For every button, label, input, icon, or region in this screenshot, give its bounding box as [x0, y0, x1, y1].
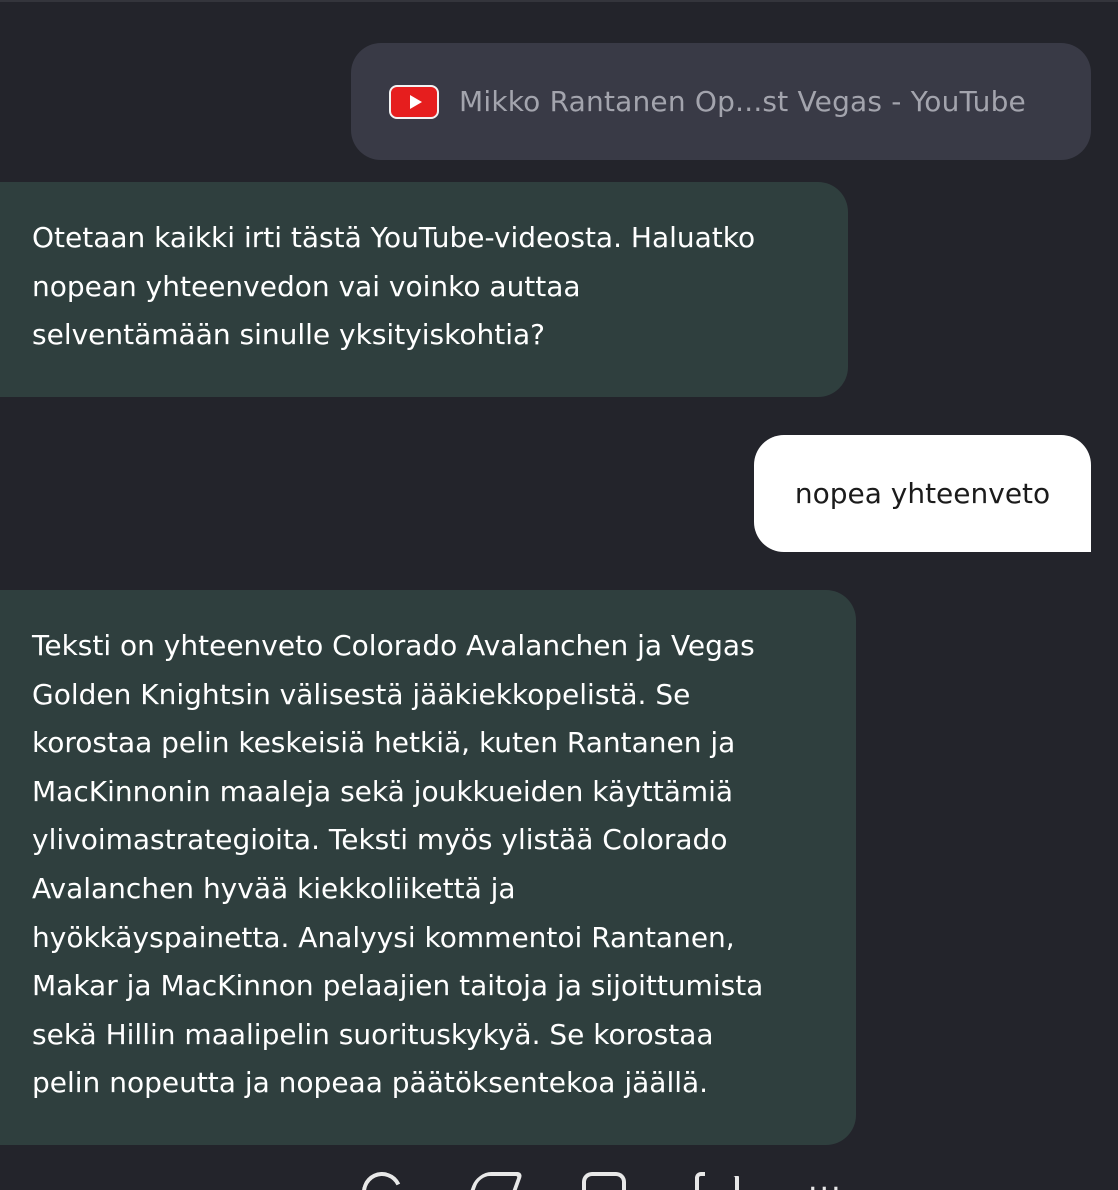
message-line: nopean yhteenvedon vai voinko auttaa	[32, 269, 581, 303]
assistant-message: Teksti on yhteenveto Colorado Avalanchen…	[0, 590, 856, 1145]
message-line: Teksti on yhteenveto Colorado Avalanchen…	[32, 629, 755, 662]
youtube-icon	[389, 84, 439, 119]
message-line: selventämään sinulle yksityiskohtia?	[32, 318, 545, 352]
thumbs-up-icon[interactable]	[462, 1172, 524, 1190]
message-line: Otetaan kaikki irti tästä YouTube-videos…	[32, 221, 756, 254]
message-line: hyökkäyspainetta. Analyysi kommentoi Ran…	[32, 920, 735, 954]
message-line: Makar ja MacKinnon pelaajien taitoja ja …	[32, 969, 764, 1003]
message-line: MacKinnonin maaleja sekä joukkueiden käy…	[32, 774, 734, 808]
link-title: Mikko Rantanen Op...st Vegas - YouTube	[459, 85, 1026, 118]
message-actions: ···	[0, 1160, 1118, 1190]
more-icon[interactable]: ···	[808, 1175, 852, 1190]
top-divider	[0, 0, 1118, 2]
message-line: Golden Knightsin välisestä jääkiekkopeli…	[32, 677, 691, 711]
youtube-link-card[interactable]: Mikko Rantanen Op...st Vegas - YouTube	[351, 43, 1091, 160]
message-line: korostaa pelin keskeisiä hetkiä, kuten R…	[32, 726, 736, 760]
message-line: Avalanchen hyvää kiekkoliikettä ja	[32, 871, 516, 905]
copy-icon[interactable]	[695, 1172, 739, 1190]
bookmark-icon[interactable]	[582, 1172, 626, 1190]
user-message: nopea yhteenveto	[754, 435, 1091, 552]
message-line: ylivoimastrategioita. Teksti myös ylistä…	[32, 823, 728, 857]
user-message-text: nopea yhteenveto	[794, 477, 1051, 510]
regenerate-icon[interactable]	[356, 1166, 408, 1190]
message-line: sekä Hillin maalipelin suorituskykyä. Se…	[32, 1017, 714, 1051]
assistant-message: Otetaan kaikki irti tästä YouTube-videos…	[0, 182, 848, 397]
message-line: pelin nopeutta ja nopeaa päätöksentekoa …	[32, 1066, 709, 1100]
